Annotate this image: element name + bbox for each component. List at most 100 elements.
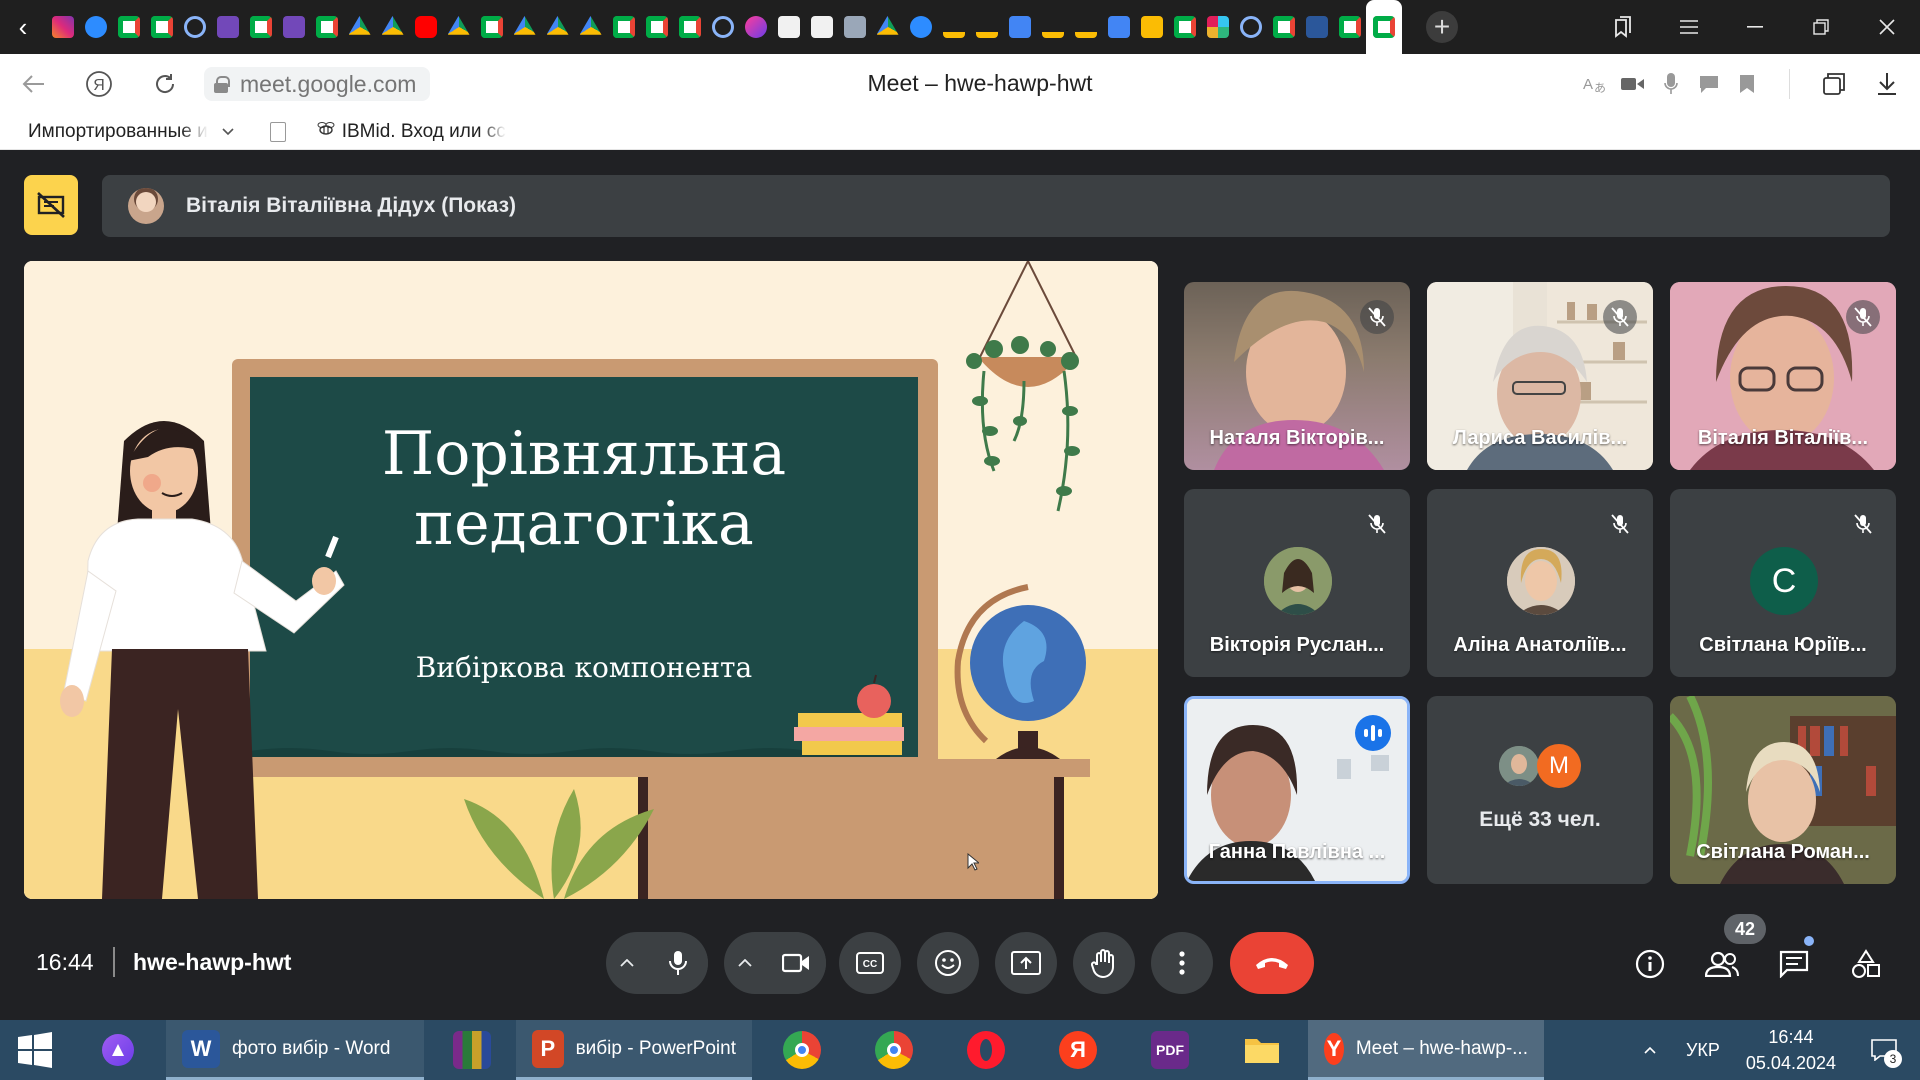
browser-tab[interactable] xyxy=(937,0,970,54)
meeting-details-button[interactable] xyxy=(1626,940,1674,988)
browser-tab[interactable] xyxy=(1234,0,1267,54)
stop-presenting-icon[interactable] xyxy=(24,175,78,235)
browser-tab[interactable] xyxy=(343,0,376,54)
camera-button[interactable] xyxy=(765,932,826,994)
browser-tab[interactable] xyxy=(1201,0,1234,54)
tab-scroll-left-icon[interactable]: ‹ xyxy=(0,0,46,54)
taskbar-meet-browser[interactable]: Y Meet – hwe-hawp-... xyxy=(1308,1020,1544,1080)
taskbar-alice[interactable] xyxy=(70,1020,166,1080)
browser-tab[interactable] xyxy=(277,0,310,54)
microphone-button[interactable] xyxy=(647,932,708,994)
participant-tile[interactable]: Лариса Василів... xyxy=(1427,282,1653,470)
browser-tab[interactable] xyxy=(244,0,277,54)
browser-tab[interactable] xyxy=(1366,0,1402,54)
taskbar-yandex[interactable]: Я xyxy=(1032,1020,1124,1080)
browser-tab[interactable] xyxy=(541,0,574,54)
activities-button[interactable] xyxy=(1842,940,1890,988)
yandex-home-button[interactable]: Я xyxy=(66,54,132,114)
browser-tab[interactable] xyxy=(1003,0,1036,54)
taskbar-word[interactable]: W фото вибір - Word xyxy=(166,1020,424,1080)
reload-button[interactable] xyxy=(132,54,198,114)
downloads-icon[interactable] xyxy=(1854,54,1920,114)
browser-tab[interactable] xyxy=(904,0,937,54)
start-button[interactable] xyxy=(0,1020,70,1080)
taskbar-chrome-profile[interactable] xyxy=(756,1020,848,1080)
participant-tile[interactable]: Наталя Вікторів... xyxy=(1184,282,1410,470)
close-window-icon[interactable] xyxy=(1854,19,1920,35)
browser-tab[interactable] xyxy=(376,0,409,54)
tray-expand-icon[interactable] xyxy=(1644,1041,1656,1059)
browser-tab[interactable] xyxy=(805,0,838,54)
reactions-button[interactable] xyxy=(917,932,979,994)
leave-call-button[interactable] xyxy=(1230,932,1314,994)
browser-tab[interactable] xyxy=(211,0,244,54)
notifications-button[interactable]: 3 xyxy=(1862,1028,1906,1072)
browser-tab[interactable] xyxy=(574,0,607,54)
browser-tab[interactable] xyxy=(1333,0,1366,54)
bookmark-icon[interactable] xyxy=(1729,54,1765,114)
browser-tab[interactable] xyxy=(739,0,772,54)
participant-tile[interactable]: Вікторія Руслан... xyxy=(1184,489,1410,677)
browser-tab[interactable] xyxy=(475,0,508,54)
taskbar-powerpoint[interactable]: P вибір - PowerPoint xyxy=(516,1020,752,1080)
browser-tab[interactable] xyxy=(1168,0,1201,54)
document-icon[interactable] xyxy=(269,121,286,142)
browser-tab[interactable] xyxy=(838,0,871,54)
browser-tab[interactable] xyxy=(607,0,640,54)
people-button[interactable] xyxy=(1698,940,1746,988)
clock[interactable]: 16:44 05.04.2024 xyxy=(1746,1024,1836,1076)
reviews-icon[interactable] xyxy=(1691,54,1727,114)
microphone-indicator-icon[interactable] xyxy=(1653,54,1689,114)
browser-tab[interactable] xyxy=(112,0,145,54)
browser-tab[interactable] xyxy=(871,0,904,54)
audio-options-chevron-icon[interactable] xyxy=(606,959,647,967)
browser-tab[interactable] xyxy=(1267,0,1300,54)
browser-tab[interactable] xyxy=(772,0,805,54)
restore-icon[interactable] xyxy=(1788,19,1854,35)
taskbar-winrar[interactable] xyxy=(428,1020,516,1080)
browser-tab[interactable] xyxy=(1036,0,1069,54)
browser-tab[interactable] xyxy=(409,0,442,54)
captions-button[interactable]: CC xyxy=(839,932,901,994)
browser-tab[interactable] xyxy=(640,0,673,54)
browser-tab[interactable] xyxy=(145,0,178,54)
url-field[interactable]: meet.google.com xyxy=(204,67,431,101)
participant-tile[interactable]: С Світлана Юріїв... xyxy=(1670,489,1896,677)
bookmark-ibmid[interactable]: IBMid. Вход или сс xyxy=(316,121,506,143)
browser-tab[interactable] xyxy=(79,0,112,54)
raise-hand-button[interactable] xyxy=(1073,932,1135,994)
participant-tile-speaking[interactable]: Ганна Павлівна ... xyxy=(1184,696,1410,884)
browser-tab[interactable] xyxy=(1135,0,1168,54)
new-tab-button[interactable]: + xyxy=(1426,11,1458,43)
taskbar-chrome[interactable] xyxy=(848,1020,940,1080)
bookmark-folder-imported[interactable]: Импортированные и xyxy=(28,121,234,143)
browser-tab[interactable] xyxy=(442,0,475,54)
video-options-chevron-icon[interactable] xyxy=(724,959,765,967)
input-language[interactable]: УКР xyxy=(1686,1040,1720,1061)
browser-tab[interactable] xyxy=(1300,0,1333,54)
browser-tab[interactable] xyxy=(46,0,79,54)
participant-tile[interactable]: Віталія Віталіїв... xyxy=(1670,282,1896,470)
browser-tab[interactable] xyxy=(178,0,211,54)
participant-tile[interactable]: Аліна Анатоліїв... xyxy=(1427,489,1653,677)
browser-tab[interactable] xyxy=(706,0,739,54)
participant-tile[interactable]: Світлана Роман... xyxy=(1670,696,1896,884)
taskbar-explorer[interactable] xyxy=(1216,1020,1308,1080)
more-options-button[interactable] xyxy=(1151,932,1213,994)
collections-icon[interactable] xyxy=(1816,54,1852,114)
taskbar-opera[interactable] xyxy=(940,1020,1032,1080)
browser-tab[interactable] xyxy=(310,0,343,54)
minimize-icon[interactable] xyxy=(1722,26,1788,28)
browser-tab[interactable] xyxy=(673,0,706,54)
camera-indicator-icon[interactable] xyxy=(1615,54,1651,114)
tab-manager-icon[interactable] xyxy=(1590,16,1656,38)
present-screen-button[interactable] xyxy=(995,932,1057,994)
menu-icon[interactable] xyxy=(1656,20,1722,34)
translate-icon[interactable]: Aあ xyxy=(1577,54,1613,114)
browser-tab[interactable] xyxy=(1069,0,1102,54)
more-participants-tile[interactable]: М Ещё 33 чел. xyxy=(1427,696,1653,884)
browser-tab[interactable] xyxy=(1102,0,1135,54)
taskbar-pdf[interactable]: PDF xyxy=(1124,1020,1216,1080)
browser-tab[interactable] xyxy=(970,0,1003,54)
back-button[interactable] xyxy=(0,54,66,114)
